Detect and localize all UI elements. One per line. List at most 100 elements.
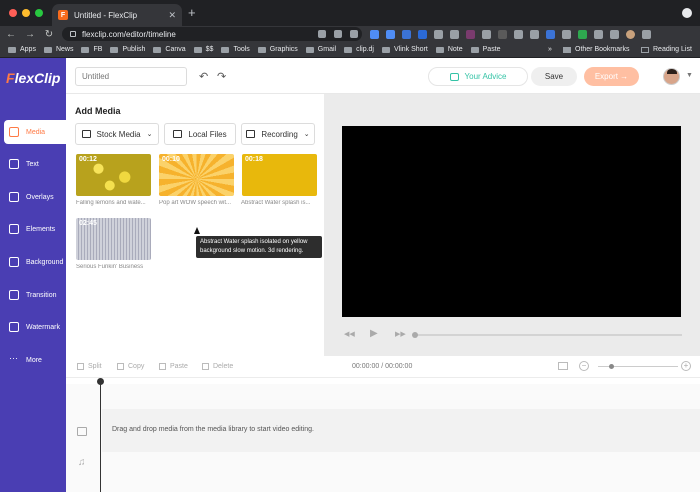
progress-handle[interactable]	[412, 332, 418, 338]
close-tab-icon[interactable]: ✕	[168, 10, 176, 21]
sidebar-item-more[interactable]: ··· More	[0, 348, 66, 372]
undo-icon[interactable]: ↶	[199, 70, 208, 83]
delete-button[interactable]: Delete	[202, 363, 233, 370]
recording-button[interactable]: Recording ⌄	[241, 123, 315, 145]
media-thumbnail-music[interactable]: 02:45	[76, 218, 151, 260]
sidebar-item-overlays[interactable]: Overlays	[0, 185, 66, 209]
bookmark-apps[interactable]: Apps	[8, 46, 36, 53]
star-icon[interactable]	[350, 30, 358, 38]
bookmark-graphics[interactable]: Graphics	[257, 46, 298, 53]
address-bar[interactable]: flexclip.com/editor/timeline	[62, 27, 362, 41]
sidebar-item-text[interactable]: Text	[0, 152, 66, 176]
reading-list[interactable]: Reading List	[641, 46, 692, 53]
bookmark-note[interactable]: Note	[435, 46, 463, 53]
extension-icon[interactable]	[562, 30, 571, 39]
key-icon[interactable]	[318, 30, 326, 38]
extension-icon[interactable]	[386, 30, 395, 39]
zoom-handle[interactable]	[609, 364, 614, 369]
bookmarks-overflow[interactable]: »	[548, 46, 552, 53]
vlink-icon	[381, 46, 390, 53]
extension-icon[interactable]	[578, 30, 587, 39]
forward-icon[interactable]: →	[22, 29, 38, 40]
play-icon[interactable]: ▶	[370, 328, 378, 339]
extension-icon[interactable]	[498, 30, 507, 39]
extension-icon[interactable]	[370, 30, 379, 39]
sidebar-item-elements[interactable]: Elements	[0, 217, 66, 241]
bookmark-money[interactable]: $$	[193, 46, 213, 53]
copy-button[interactable]: Copy	[117, 363, 144, 370]
install-icon[interactable]	[334, 30, 342, 38]
stock-media-button[interactable]: Stock Media ⌄	[75, 123, 159, 145]
export-button[interactable]: Export →	[584, 67, 639, 86]
local-files-button[interactable]: Local Files	[164, 123, 236, 145]
extension-icon[interactable]	[418, 30, 427, 39]
bookmark-tools[interactable]: Tools	[221, 46, 250, 53]
media-thumbnail-splash[interactable]: 00:18	[242, 154, 317, 196]
sidebar-item-transition[interactable]: Transition	[0, 283, 66, 307]
folder-icon	[81, 46, 90, 53]
reading-list-icon	[641, 46, 649, 53]
back-icon[interactable]: ←	[3, 29, 19, 40]
bookmark-vlink[interactable]: Vlink Short	[381, 46, 428, 53]
extension-icon[interactable]	[466, 30, 475, 39]
text-icon	[9, 159, 19, 169]
media-thumbnail-popart[interactable]: 00:10	[159, 154, 234, 196]
sidebar-item-background[interactable]: Background	[0, 250, 66, 274]
bookmark-publish[interactable]: Publish	[110, 46, 145, 53]
playhead[interactable]	[97, 378, 104, 492]
project-name-input[interactable]	[75, 67, 187, 86]
puzzle-icon[interactable]	[610, 30, 619, 39]
chevron-down-icon[interactable]: ▼	[686, 72, 693, 79]
extension-icon[interactable]	[530, 30, 539, 39]
flexclip-favicon-icon: F	[58, 10, 68, 20]
save-button[interactable]: Save	[531, 67, 577, 86]
close-window-button[interactable]	[9, 9, 17, 17]
browser-tab[interactable]: F Untitled - FlexClip ✕	[52, 4, 182, 26]
avatar[interactable]	[663, 68, 680, 85]
extension-icon[interactable]	[482, 30, 491, 39]
minimize-window-button[interactable]	[22, 9, 30, 17]
extension-icon[interactable]	[594, 30, 603, 39]
bookmark-paste[interactable]: Paste	[470, 46, 501, 53]
split-button[interactable]: Split	[77, 363, 102, 370]
bookmark-clipdj[interactable]: clip.dj	[344, 46, 374, 53]
extension-icon[interactable]	[450, 30, 459, 39]
timeline-zoom-slider[interactable]	[598, 364, 678, 369]
elements-icon	[9, 224, 19, 234]
menu-icon[interactable]	[642, 30, 651, 39]
maximize-window-button[interactable]	[35, 9, 43, 17]
zoom-out-icon[interactable]: −	[579, 361, 589, 371]
video-preview-canvas[interactable]	[342, 126, 681, 317]
sidebar-item-media[interactable]: Media	[4, 120, 66, 144]
other-bookmarks[interactable]: Other Bookmarks	[563, 46, 629, 53]
forward-icon[interactable]: ▶▶	[395, 330, 406, 338]
new-tab-icon[interactable]: +	[188, 6, 196, 19]
profile-avatar-icon[interactable]	[626, 30, 635, 39]
zoom-in-icon[interactable]: +	[681, 361, 691, 371]
playback-progress-bar[interactable]	[412, 332, 682, 338]
reload-icon[interactable]: ↻	[41, 29, 57, 40]
extension-icon[interactable]	[402, 30, 411, 39]
flexclip-logo[interactable]: FlexClip	[6, 70, 60, 86]
rewind-icon[interactable]: ◀◀	[344, 330, 355, 338]
browser-menu-icon[interactable]	[682, 8, 692, 18]
timeline-ruler[interactable]	[66, 378, 700, 384]
bookmark-fb[interactable]: FB	[81, 46, 102, 53]
media-thumbnail-lemons[interactable]: 00:12	[76, 154, 151, 196]
bookmark-gmail[interactable]: Gmail	[305, 46, 336, 53]
media-caption: Serious Funkin' Business	[76, 264, 144, 270]
paste-button[interactable]: Paste	[159, 363, 188, 370]
media-icon	[9, 127, 19, 137]
extension-icon[interactable]	[434, 30, 443, 39]
fit-timeline-icon[interactable]	[558, 362, 568, 370]
music-track-icon: ♫	[78, 457, 86, 468]
redo-icon[interactable]: ↷	[217, 70, 226, 83]
extension-icon[interactable]	[546, 30, 555, 39]
your-advice-button[interactable]: Your Advice	[428, 67, 528, 86]
bookmark-news[interactable]: News	[43, 46, 73, 53]
sidebar-item-watermark[interactable]: Watermark	[0, 315, 66, 339]
extension-icon[interactable]	[514, 30, 523, 39]
more-icon: ···	[9, 353, 18, 363]
chevron-down-icon: ⌄	[146, 131, 153, 138]
bookmark-canva[interactable]: Canva	[153, 46, 186, 53]
